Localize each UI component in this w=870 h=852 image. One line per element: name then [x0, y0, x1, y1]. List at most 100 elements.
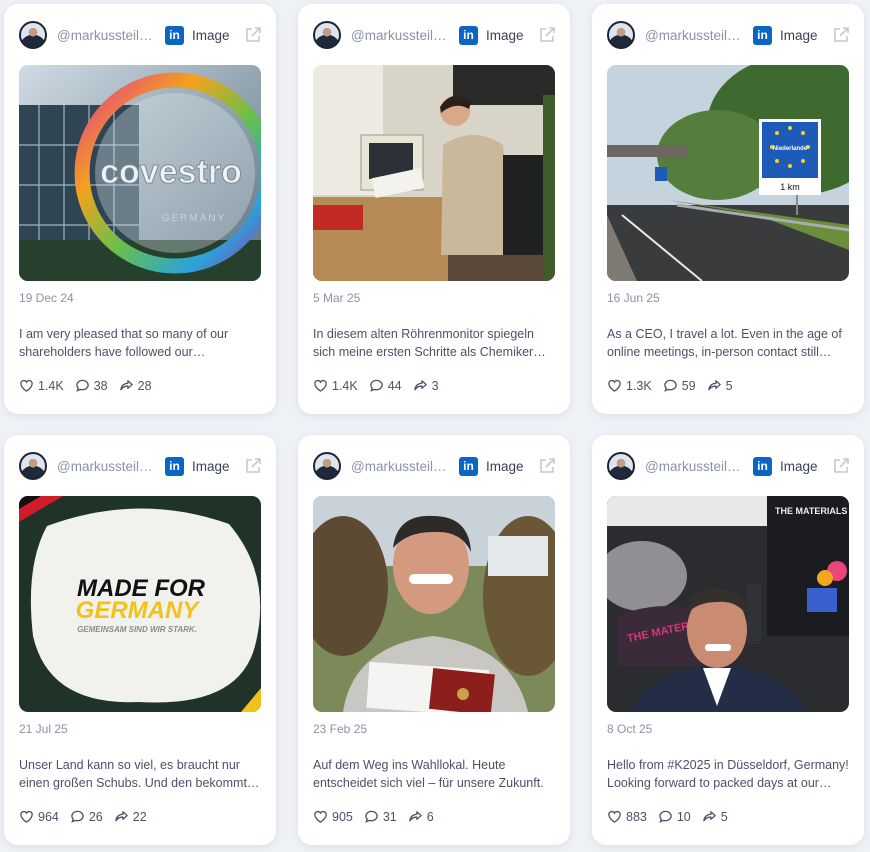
likes-count: 1.3K	[626, 378, 652, 393]
image-booth-text: THE MATERIALS	[775, 506, 847, 516]
share-icon	[114, 811, 128, 822]
post-date: 23 Feb 25	[313, 722, 368, 736]
post-date: 16 Jun 25	[607, 291, 660, 305]
card-header: @markussteilemann in Image	[607, 450, 850, 482]
shares-count: 22	[132, 809, 147, 824]
image-sub-text: GERMANY	[162, 213, 227, 224]
post-date: 19 Dec 24	[19, 291, 74, 305]
post-stats: 905 31 6	[313, 809, 445, 824]
avatar[interactable]	[607, 21, 635, 49]
image-logo-text: covestro	[100, 153, 242, 191]
post-date: 5 Mar 25	[313, 291, 361, 305]
heart-icon	[20, 379, 33, 392]
linkedin-icon: in	[753, 456, 772, 476]
comments-stat: 26	[70, 809, 103, 824]
avatar[interactable]	[313, 21, 341, 49]
author-handle[interactable]: @markussteilemann	[57, 459, 155, 474]
comment-icon	[71, 810, 84, 823]
post-card[interactable]: @markussteilemann in Image	[298, 4, 570, 414]
card-header: @markussteilemann in Image	[19, 19, 262, 51]
likes-stat: 905	[313, 809, 353, 824]
comment-icon	[663, 379, 677, 392]
author-handle[interactable]: @markussteilemann	[57, 28, 155, 43]
comment-icon	[369, 379, 383, 392]
post-image[interactable]: covestro GERMANY	[19, 65, 261, 281]
post-card[interactable]: @markussteilemann in Image THE MATERIALS…	[592, 435, 864, 845]
likes-stat: 883	[607, 809, 647, 824]
comments-count: 26	[88, 809, 103, 824]
shares-count: 5	[720, 809, 728, 824]
shares-stat: 6	[408, 809, 434, 824]
avatar[interactable]	[19, 452, 47, 480]
post-card[interactable]: @markussteilemann in Image 23 Feb 25	[298, 435, 570, 845]
heart-icon	[314, 379, 327, 392]
comments-count: 10	[676, 809, 691, 824]
linkedin-icon: in	[459, 456, 478, 476]
shares-count: 5	[725, 378, 733, 393]
comment-icon	[659, 810, 672, 823]
shares-stat: 22	[114, 809, 147, 824]
avatar[interactable]	[313, 452, 341, 480]
external-link-icon[interactable]	[832, 26, 850, 44]
heart-icon	[608, 379, 621, 392]
likes-count: 964	[38, 809, 59, 824]
shares-stat: 3	[413, 378, 439, 393]
author-handle[interactable]: @markussteilemann	[351, 459, 449, 474]
external-link-icon[interactable]	[244, 26, 262, 44]
post-image[interactable]: MADE FOR GERMANY GEMEINSAM SIND WIR STAR…	[19, 496, 261, 712]
external-link-icon[interactable]	[538, 457, 556, 475]
comments-stat: 44	[369, 378, 402, 393]
shares-count: 6	[426, 809, 434, 824]
post-date: 21 Jul 25	[19, 722, 68, 736]
post-image[interactable]	[313, 65, 555, 281]
post-image[interactable]: Niederlande 1 km	[607, 65, 849, 281]
post-text[interactable]: Hello from #K2025 in Düsseldorf, Germany…	[607, 756, 851, 792]
external-link-icon[interactable]	[244, 457, 262, 475]
comment-icon	[75, 379, 89, 392]
author-handle[interactable]: @markussteilemann	[351, 28, 449, 43]
comments-stat: 31	[364, 809, 397, 824]
post-image[interactable]: THE MATERIALS THE MATER	[607, 496, 849, 712]
share-icon	[408, 811, 422, 822]
post-type-label: Image	[486, 27, 524, 43]
comments-count: 38	[93, 378, 108, 393]
comment-icon	[365, 810, 378, 823]
post-text[interactable]: In diesem alten Röhrenmonitor spiegeln s…	[313, 325, 557, 361]
post-text[interactable]: Unser Land kann so viel, es braucht nur …	[19, 756, 263, 792]
post-card[interactable]: @markussteilemann in Image MADE FOR GERM…	[4, 435, 276, 845]
post-text[interactable]: Auf dem Weg ins Wahllokal. Heute entsche…	[313, 756, 557, 792]
post-stats: 1.3K 59 5	[607, 378, 744, 393]
image-headline-2: GERMANY	[76, 597, 201, 624]
avatar[interactable]	[19, 21, 47, 49]
post-stats: 1.4K 44 3	[313, 378, 450, 393]
post-type-label: Image	[192, 458, 230, 474]
post-text[interactable]: As a CEO, I travel a lot. Even in the ag…	[607, 325, 851, 361]
post-card[interactable]: @markussteilemann in Image Nie	[592, 4, 864, 414]
share-icon	[119, 380, 133, 391]
card-header: @markussteilemann in Image	[313, 450, 556, 482]
post-date: 8 Oct 25	[607, 722, 653, 736]
likes-count: 1.4K	[38, 378, 64, 393]
post-card[interactable]: @markussteilemann in Image cove	[4, 4, 276, 414]
shares-stat: 28	[119, 378, 152, 393]
comments-count: 31	[382, 809, 397, 824]
share-icon	[707, 380, 721, 391]
post-grid: @markussteilemann in Image cove	[4, 4, 864, 845]
image-sign-distance: 1 km	[780, 182, 800, 192]
author-handle[interactable]: @markussteilemann	[645, 28, 743, 43]
linkedin-icon: in	[165, 25, 184, 45]
likes-count: 905	[332, 809, 353, 824]
likes-stat: 1.3K	[607, 378, 652, 393]
likes-stat: 1.4K	[313, 378, 358, 393]
image-sign-text: Niederlande	[773, 146, 808, 152]
post-image[interactable]	[313, 496, 555, 712]
external-link-icon[interactable]	[538, 26, 556, 44]
author-handle[interactable]: @markussteilemann	[645, 459, 743, 474]
post-stats: 964 26 22	[19, 809, 158, 824]
heart-icon	[20, 810, 33, 823]
comments-count: 59	[681, 378, 696, 393]
post-text[interactable]: I am very pleased that so many of our sh…	[19, 325, 263, 361]
external-link-icon[interactable]	[832, 457, 850, 475]
likes-count: 883	[626, 809, 647, 824]
avatar[interactable]	[607, 452, 635, 480]
